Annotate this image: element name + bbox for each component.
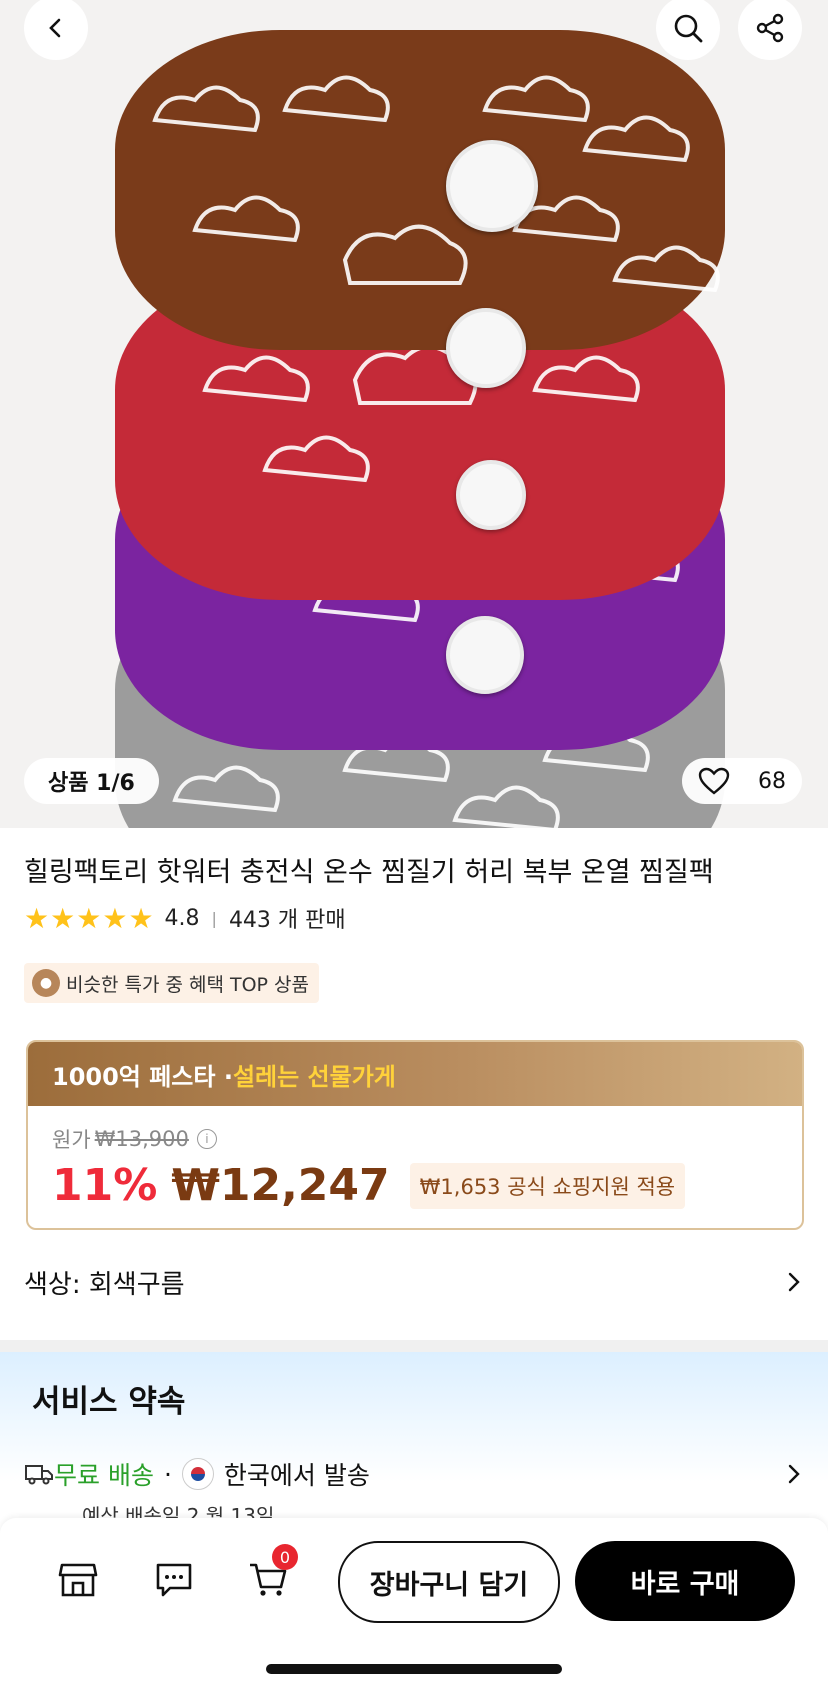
add-to-cart-button[interactable]: 장바구니 담기: [338, 1541, 560, 1623]
info-icon[interactable]: i: [196, 1129, 217, 1149]
price-row: 11% ₩12,247 ₩1,653 공식 쇼핑지원 적용: [52, 1160, 686, 1211]
store-icon: [58, 1563, 98, 1597]
tag-icon: ●: [32, 969, 60, 997]
divider: |: [211, 908, 217, 928]
pad-cap: [456, 460, 526, 530]
sold-count: 443 개 판매: [228, 908, 346, 933]
color-option-row[interactable]: 색상: 회색구름: [24, 1262, 804, 1302]
search-icon: [674, 14, 703, 43]
pad-cap: [446, 140, 538, 232]
benefit-badge: ● 비슷한 특가 중 혜택 TOP 상품: [24, 963, 320, 1003]
product-title: 힐링팩토리 핫워터 충전식 온수 찜질기 허리 복부 온열 찜질팩: [24, 857, 714, 888]
rating-value: 4.8: [164, 905, 200, 931]
home-indicator: [266, 1664, 562, 1674]
cart-count-badge: 0: [272, 1544, 298, 1570]
price-box: 1000억 페스타 · 설레는 선물가게 원가 ₩13,900 i 11% ₩1…: [26, 1040, 804, 1230]
korea-flag-icon: [181, 1458, 214, 1490]
original-price: 원가 ₩13,900 i: [52, 1124, 217, 1154]
free-shipping: 무료 배송: [54, 1461, 154, 1490]
section-divider: [0, 1340, 828, 1352]
product-image[interactable]: 상품 1/6 68: [0, 0, 828, 828]
ship-origin: 한국에서 발송: [223, 1461, 370, 1490]
rating-row[interactable]: ★★★★★ 4.8 | 443 개 판매: [24, 900, 346, 936]
share-button[interactable]: [738, 0, 802, 60]
chevron-left-icon: [49, 18, 61, 38]
pad-cap: [446, 308, 526, 388]
service-title: 서비스 약속: [32, 1384, 186, 1420]
chat-icon: [156, 1563, 192, 1597]
chevron-right-icon: [788, 1272, 800, 1292]
image-counter: 상품 1/6: [24, 758, 159, 804]
chat-button[interactable]: [148, 1554, 200, 1606]
share-icon: [756, 13, 784, 43]
heat-pad-brown: [115, 30, 725, 350]
store-button[interactable]: [52, 1554, 104, 1606]
pad-cap: [446, 616, 524, 694]
rating-stars: ★★★★★: [24, 901, 154, 935]
back-button[interactable]: [24, 0, 88, 60]
discount-percent: 11%: [52, 1160, 158, 1211]
support-badge: ₩1,653 공식 쇼핑지원 적용: [409, 1162, 686, 1209]
sale-price: ₩12,247: [171, 1160, 390, 1211]
truck-icon: [25, 1465, 53, 1485]
like-count: 68: [758, 768, 786, 794]
chevron-right-icon: [788, 1464, 800, 1484]
heart-icon: [698, 767, 730, 795]
promo-banner[interactable]: 1000억 페스타 · 설레는 선물가게: [28, 1042, 802, 1106]
color-option-label: 색상: 회색구름: [24, 1269, 185, 1300]
buy-now-button[interactable]: 바로 구매: [575, 1541, 795, 1621]
like-button[interactable]: 68: [682, 758, 802, 804]
shipping-row[interactable]: 무료 배송 · 한국에서 발송: [24, 1454, 804, 1494]
